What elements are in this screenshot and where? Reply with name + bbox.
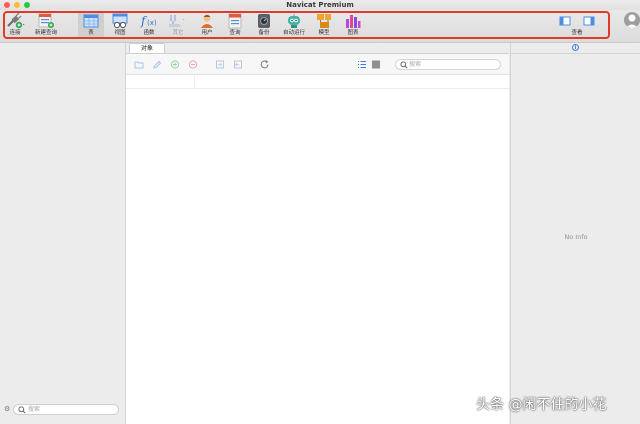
detail-view-icon[interactable] xyxy=(371,60,381,69)
column-divider xyxy=(194,75,195,88)
open-folder-icon[interactable] xyxy=(134,60,144,69)
toolbar-highlight-frame xyxy=(3,11,610,39)
info-strip: i xyxy=(511,43,640,54)
object-panel: 对象 搜索 xyxy=(126,43,509,424)
import-icon[interactable] xyxy=(215,60,225,69)
object-search-input[interactable]: 搜索 xyxy=(395,59,501,70)
user-avatar-icon xyxy=(625,14,639,28)
object-search-placeholder: 搜索 xyxy=(409,61,422,68)
search-icon xyxy=(400,61,408,69)
sidebar-search-placeholder: 搜索 xyxy=(28,406,41,413)
edit-pencil-icon[interactable] xyxy=(152,60,162,69)
table-row xyxy=(126,75,509,89)
remove-circle-icon[interactable] xyxy=(188,60,198,69)
add-circle-icon[interactable] xyxy=(170,60,180,69)
watermark: 头条 @闲不住的小花 xyxy=(476,397,607,413)
refresh-icon[interactable] xyxy=(260,60,270,69)
object-tabstrip: 对象 xyxy=(126,43,509,54)
connection-sidebar xyxy=(0,43,126,424)
sidebar-search-input[interactable]: 搜索 xyxy=(13,404,119,415)
info-icon[interactable]: i xyxy=(572,44,579,51)
list-view-icon[interactable] xyxy=(357,60,367,69)
search-icon xyxy=(18,406,26,414)
export-icon[interactable] xyxy=(233,60,243,69)
info-panel: i No Info xyxy=(510,43,640,424)
title-bar: Navicat Premium xyxy=(0,0,640,10)
object-toolbar: 搜索 xyxy=(126,54,509,75)
settings-gear-icon[interactable]: ⚙ xyxy=(4,405,10,413)
window-title: Navicat Premium xyxy=(286,1,354,9)
avatar[interactable] xyxy=(624,12,640,28)
tab-objects[interactable]: 对象 xyxy=(129,43,165,53)
no-info-text: No Info xyxy=(564,233,588,241)
